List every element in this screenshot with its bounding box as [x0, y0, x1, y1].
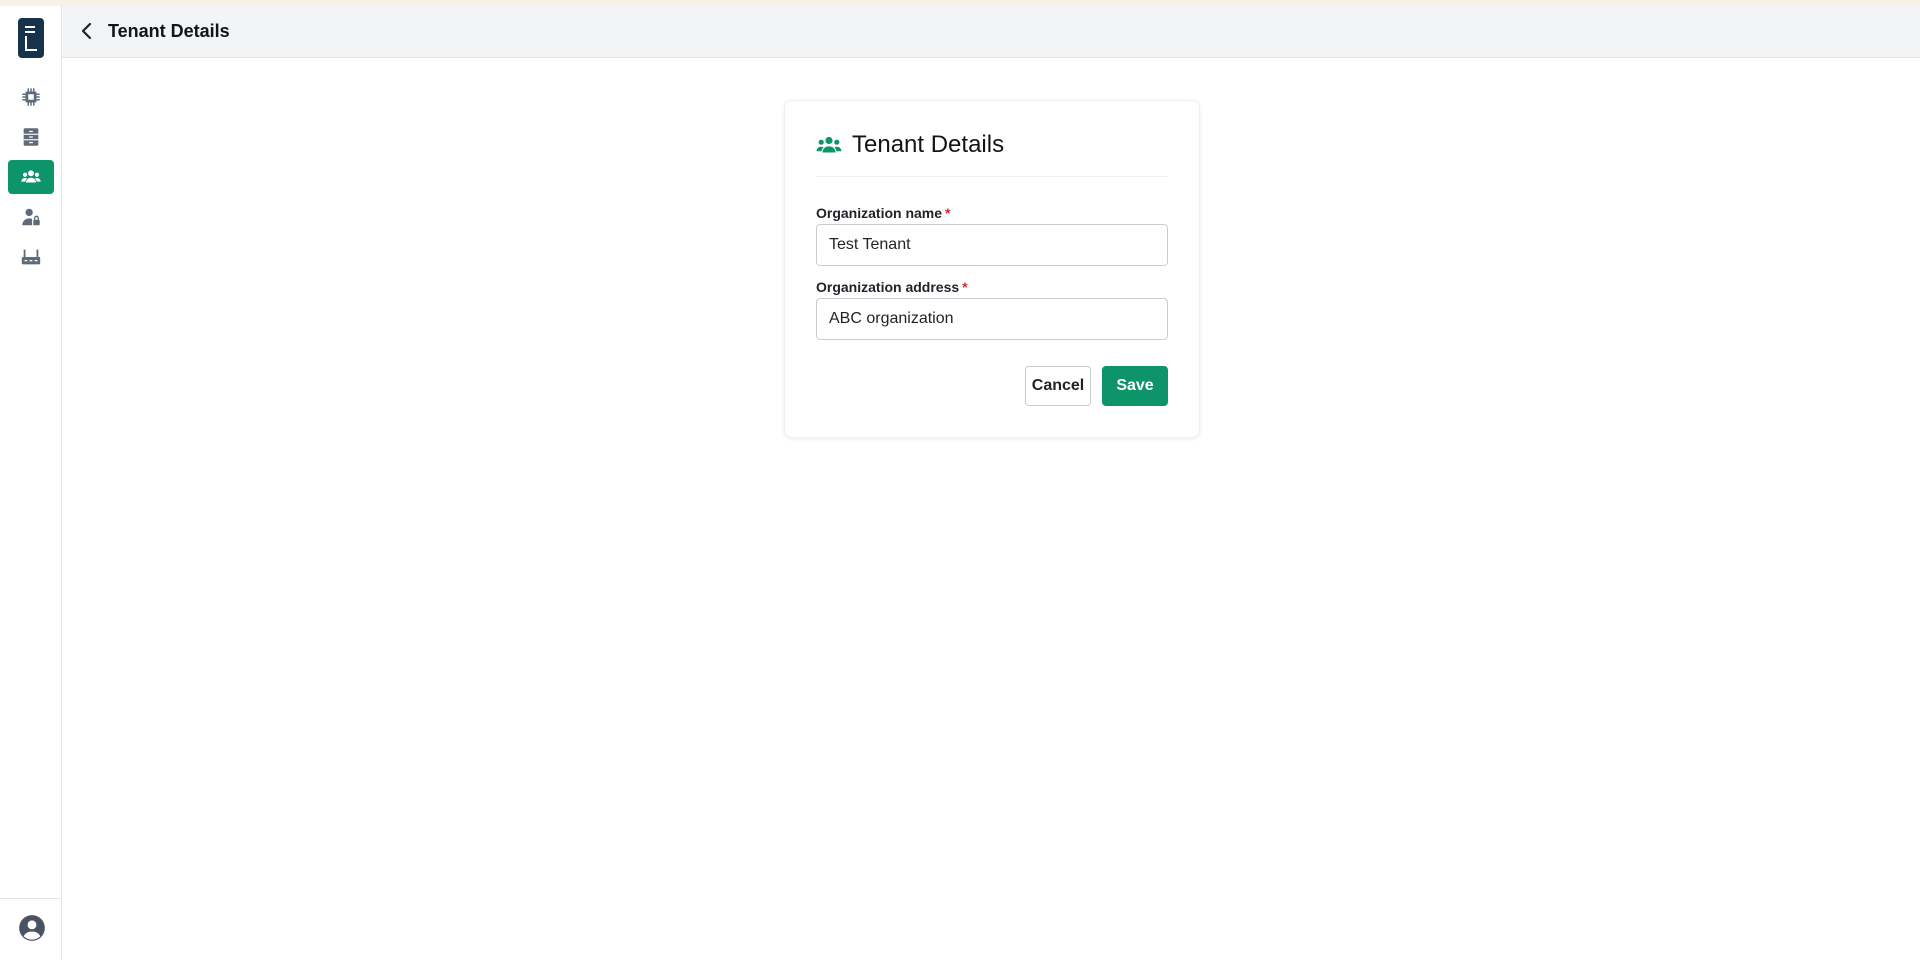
- org-address-input[interactable]: [816, 298, 1168, 340]
- save-button[interactable]: Save: [1102, 366, 1168, 406]
- sidebar-item-users[interactable]: [8, 200, 54, 234]
- app-logo[interactable]: [18, 18, 44, 58]
- card-title: Tenant Details: [852, 131, 1005, 158]
- chip-icon: [22, 88, 40, 106]
- sidebar-item-tenants[interactable]: [8, 160, 54, 194]
- cancel-button[interactable]: Cancel: [1025, 366, 1091, 406]
- org-address-label: Organization address *: [816, 279, 968, 295]
- org-name-input[interactable]: [816, 224, 1168, 266]
- server-icon: [23, 128, 39, 146]
- required-marker: *: [945, 205, 951, 221]
- card-header: Tenant Details: [816, 131, 1168, 177]
- back-button[interactable]: [76, 20, 98, 42]
- org-name-label: Organization name *: [816, 205, 951, 221]
- chevron-left-icon: [81, 22, 92, 40]
- user-lock-icon: [22, 208, 40, 226]
- page-title: Tenant Details: [108, 21, 230, 41]
- user-circle-icon[interactable]: [18, 914, 46, 942]
- required-marker: *: [962, 279, 968, 295]
- sidebar-item-servers[interactable]: [8, 120, 54, 154]
- tenant-details-card: Tenant Details Organization name* Organi…: [784, 100, 1200, 438]
- sidebar: [0, 6, 62, 960]
- sidebar-item-devices[interactable]: [8, 80, 54, 114]
- sidebar-divider: [0, 898, 61, 899]
- users-icon: [816, 136, 842, 153]
- sidebar-item-gateways[interactable]: [8, 240, 54, 274]
- router-icon: [21, 249, 41, 265]
- users-icon: [21, 170, 41, 183]
- page-header: Tenant Details: [62, 6, 1920, 58]
